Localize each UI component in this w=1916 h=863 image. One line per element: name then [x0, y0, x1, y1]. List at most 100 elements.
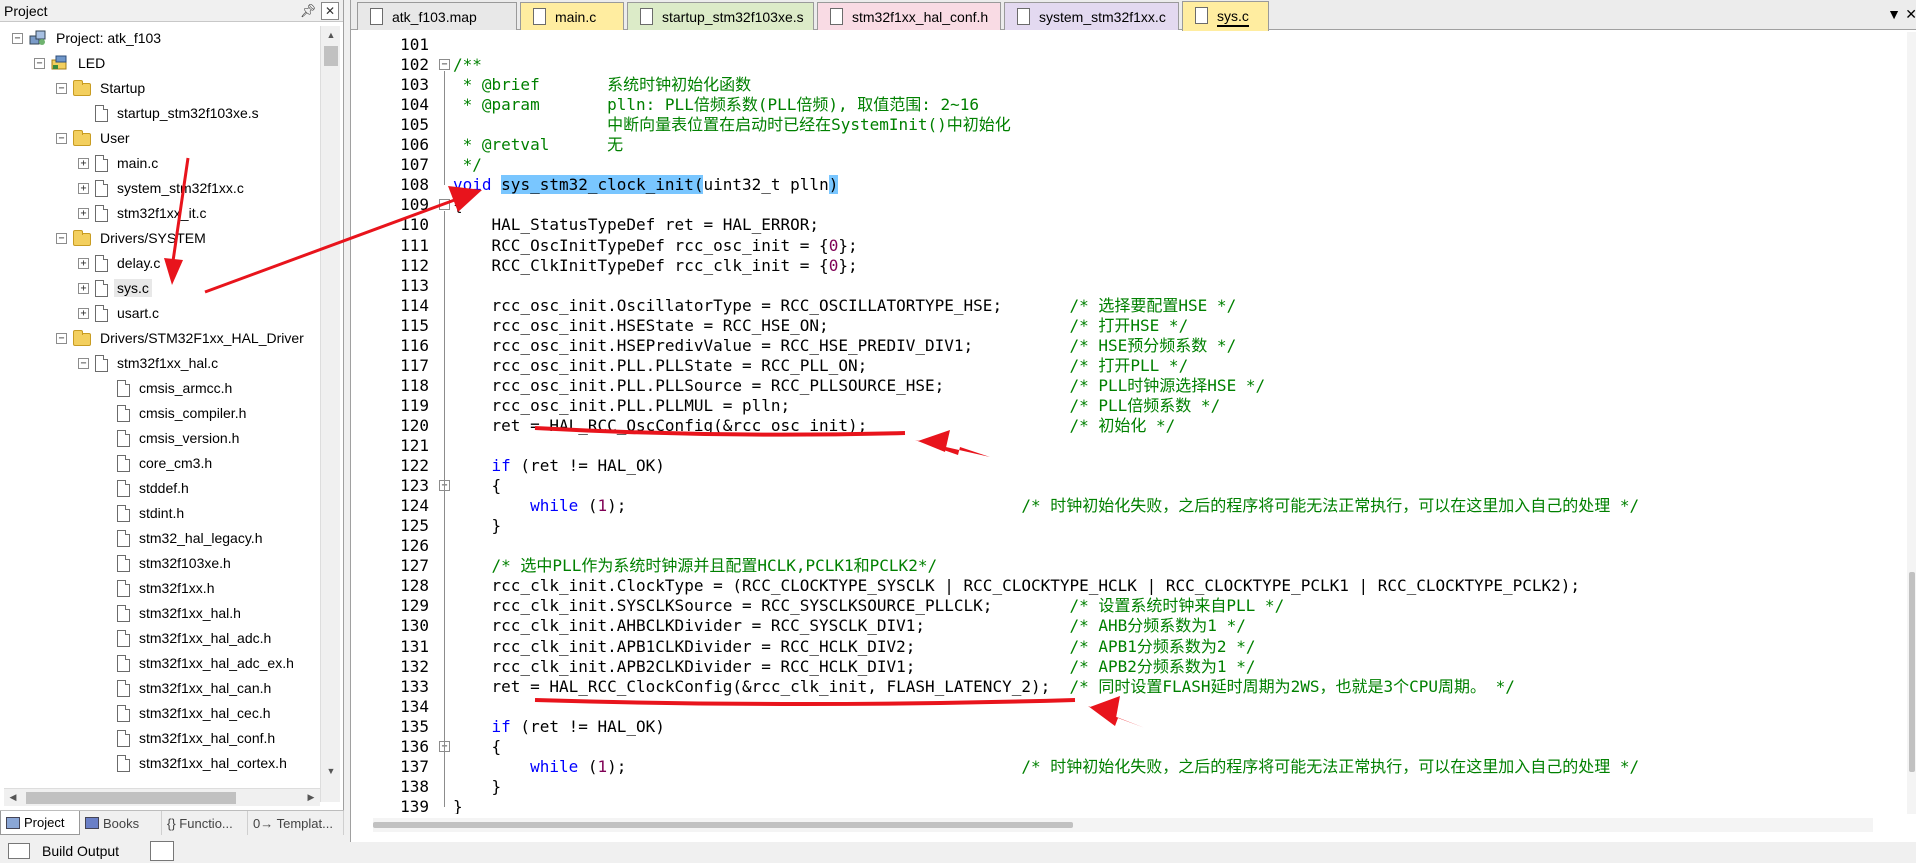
- expand-icon[interactable]: +: [78, 282, 89, 294]
- tree-item[interactable]: stm32f1xx_hal_adc.h: [100, 626, 274, 650]
- tree-item[interactable]: − Drivers/SYSTEM: [56, 226, 209, 250]
- editor-tab[interactable]: sys.c: [1182, 1, 1269, 31]
- fold-toggle-icon[interactable]: −: [439, 59, 450, 71]
- editor-tab[interactable]: atk_f103.map: [357, 2, 517, 30]
- collapse-icon[interactable]: −: [56, 232, 67, 244]
- tree-item[interactable]: cmsis_armcc.h: [100, 376, 235, 400]
- tree-item[interactable]: stddef.h: [100, 476, 192, 500]
- code-text: void sys_stm32_clock_init(uint32_t plln): [453, 175, 839, 195]
- editor-horizontal-scrollbar[interactable]: [373, 818, 1873, 832]
- scroll-thumb[interactable]: [324, 46, 338, 66]
- file-icon: [117, 529, 130, 547]
- expand-icon[interactable]: +: [78, 207, 89, 219]
- tree-horizontal-scrollbar[interactable]: ◀ ▶: [4, 788, 320, 806]
- code-line: 109−{: [351, 195, 1907, 215]
- code-token: /* 打开HSE */: [1069, 315, 1189, 335]
- code-token: /* 设置系统时钟来自PLL */: [1069, 596, 1285, 616]
- tree-item[interactable]: core_cm3.h: [100, 451, 215, 475]
- code-line: 124 while (1); /* 时钟初始化失败，之后的程序将可能无法正常执行…: [351, 496, 1907, 516]
- tree-item[interactable]: stm32f1xx.h: [100, 576, 217, 600]
- collapse-icon[interactable]: −: [78, 357, 89, 369]
- code-line: 139}: [351, 797, 1907, 814]
- tree-item[interactable]: stm32f1xx_hal_adc_ex.h: [100, 651, 297, 675]
- code-text: rcc_osc_init.HSEState = RCC_HSE_ON; /* 打…: [453, 315, 1189, 336]
- books-icon: [85, 817, 99, 829]
- line-number: 125: [400, 516, 429, 536]
- scroll-up-icon[interactable]: ▲: [321, 26, 341, 44]
- tree-item[interactable]: stm32f1xx_hal_conf.h: [100, 726, 278, 750]
- panel-tab[interactable]: Books: [80, 811, 162, 835]
- tree-item-label: core_cm3.h: [139, 455, 213, 471]
- tree-item-label: system_stm32f1xx.c: [117, 180, 244, 196]
- tree-item-label: LED: [78, 55, 106, 71]
- scroll-down-icon[interactable]: ▼: [321, 762, 341, 780]
- panel-tab[interactable]: 0→ Templat...: [248, 811, 344, 835]
- editor-tab[interactable]: main.c: [520, 2, 624, 30]
- tree-item[interactable]: stm32f1xx_hal.h: [100, 601, 244, 625]
- editor-tab[interactable]: system_stm32f1xx.c: [1004, 2, 1179, 30]
- tree-vertical-scrollbar[interactable]: ▲ ▼: [320, 26, 340, 802]
- tree-item[interactable]: + delay.c: [78, 251, 163, 275]
- close-icon[interactable]: ✕: [1905, 6, 1916, 23]
- editor-tab[interactable]: stm32f1xx_hal_conf.h: [817, 2, 1001, 30]
- tree-item[interactable]: + usart.c: [78, 301, 162, 325]
- collapse-icon[interactable]: −: [56, 132, 67, 144]
- scroll-thumb[interactable]: [26, 791, 236, 804]
- tree-item[interactable]: − Drivers/STM32F1xx_HAL_Driver: [56, 326, 307, 350]
- tree-item[interactable]: startup_stm32f103xe.s: [78, 101, 262, 125]
- tree-item[interactable]: + sys.c: [78, 276, 152, 300]
- tree-item[interactable]: − LED: [34, 51, 108, 75]
- line-number: 102: [400, 55, 429, 75]
- tree-item[interactable]: + stm32f1xx_it.c: [78, 201, 209, 225]
- expand-icon[interactable]: +: [78, 182, 89, 194]
- code-text: {: [453, 476, 502, 496]
- tree-item[interactable]: stm32f1xx_hal_cortex.h: [100, 751, 290, 775]
- tree-item[interactable]: cmsis_version.h: [100, 426, 242, 450]
- code-token: 1: [597, 756, 608, 776]
- code-line: 122 if (ret != HAL_OK): [351, 456, 1907, 476]
- file-icon: [370, 8, 383, 25]
- editor-vertical-scrollbar[interactable]: [1907, 32, 1916, 814]
- collapse-icon[interactable]: −: [56, 332, 67, 344]
- project-panel: Project 📌︎ ✕ − Project: atk_f103− LED − Star…: [0, 0, 344, 835]
- build-output-bar[interactable]: Build Output: [0, 838, 344, 863]
- expand-icon[interactable]: +: [78, 307, 89, 319]
- tree-item[interactable]: − Project: atk_f103: [12, 26, 164, 50]
- collapse-icon[interactable]: −: [34, 57, 45, 69]
- tree-item[interactable]: − Startup: [56, 76, 148, 100]
- panel-tab[interactable]: Project: [0, 811, 80, 835]
- code-token: /* AHB分频系数为1 */: [1069, 616, 1246, 636]
- tree-item[interactable]: stm32f1xx_hal_cec.h: [100, 701, 274, 725]
- tree-item[interactable]: − User: [56, 126, 133, 150]
- pin-icon[interactable]: 📌︎: [299, 2, 317, 20]
- tree-item-label: stm32f1xx_hal.c: [117, 355, 219, 371]
- dropdown-arrow-icon[interactable]: ▼: [1887, 6, 1901, 22]
- tree-item[interactable]: stm32f103xe.h: [100, 551, 234, 575]
- scroll-thumb[interactable]: [1909, 572, 1915, 772]
- line-number: 137: [400, 756, 429, 776]
- editor-tab[interactable]: startup_stm32f103xe.s: [627, 2, 814, 30]
- tree-item[interactable]: + system_stm32f1xx.c: [78, 176, 247, 200]
- fold-toggle-icon[interactable]: −: [439, 199, 450, 211]
- tree-item[interactable]: stm32f1xx_hal_can.h: [100, 676, 274, 700]
- close-icon[interactable]: ✕: [321, 1, 339, 20]
- code-area[interactable]: 101 102−/** 103 * @brief 系统时钟初始化函数 104 * @p…: [351, 32, 1907, 814]
- collapse-icon[interactable]: −: [56, 82, 67, 94]
- scroll-thumb[interactable]: [373, 822, 1073, 828]
- expand-icon[interactable]: +: [78, 157, 89, 169]
- tree-item[interactable]: − stm32f1xx_hal.c: [78, 351, 221, 375]
- tree-item[interactable]: cmsis_compiler.h: [100, 401, 249, 425]
- tree-item[interactable]: stdint.h: [100, 501, 187, 525]
- scroll-left-icon[interactable]: ◀: [4, 789, 22, 807]
- collapse-icon[interactable]: −: [12, 32, 23, 44]
- expand-icon[interactable]: +: [78, 257, 89, 269]
- tree-item[interactable]: stm32_hal_legacy.h: [100, 526, 265, 550]
- tree-item[interactable]: + main.c: [78, 151, 161, 175]
- file-icon: [830, 8, 843, 25]
- build-toolbar-icon[interactable]: [150, 841, 174, 861]
- panel-tab[interactable]: {} Functio...: [162, 811, 248, 835]
- code-line: 128 rcc_clk_init.ClockType = (RCC_CLOCKT…: [351, 576, 1907, 596]
- scroll-right-icon[interactable]: ▶: [302, 789, 320, 807]
